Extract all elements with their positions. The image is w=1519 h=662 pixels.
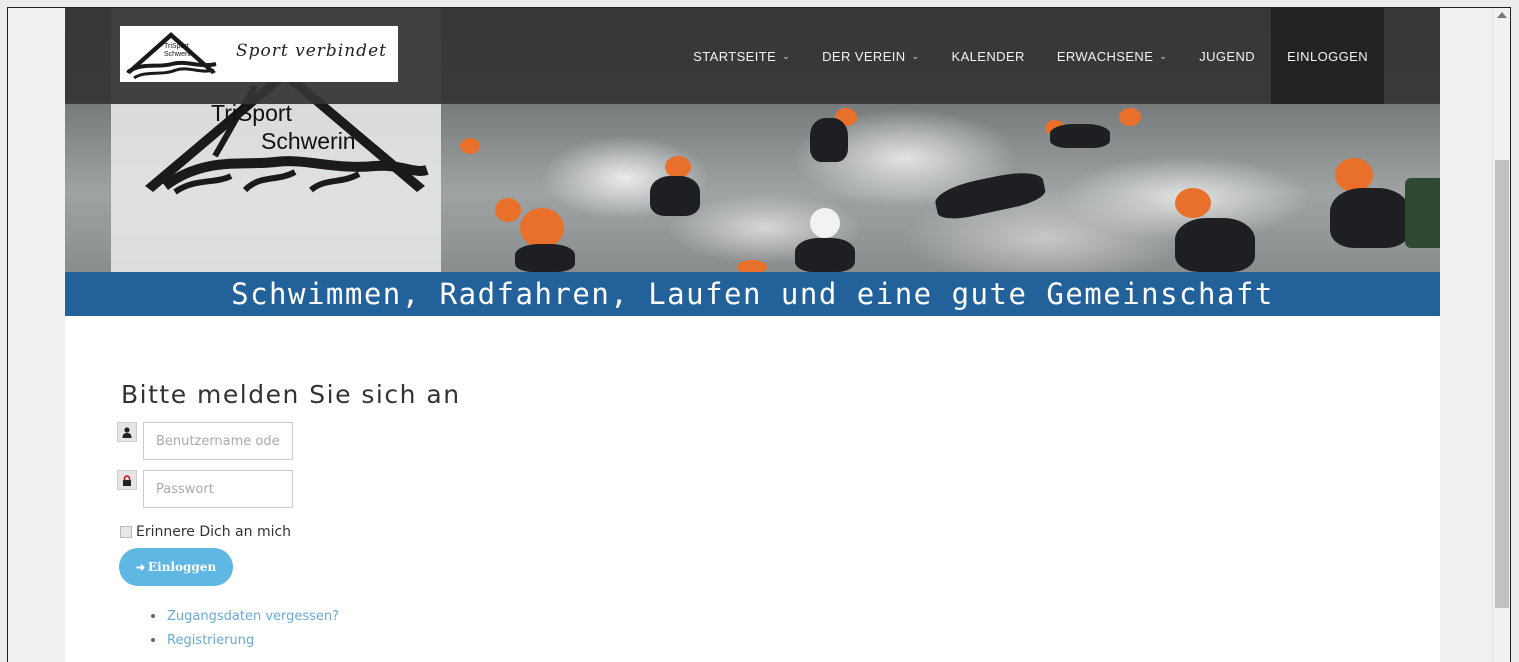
navbar: TriSport Schwerin Sport verbindet STARTS… [65,8,1440,104]
swimmer [810,208,840,238]
swimmer [515,244,575,272]
main-nav: STARTSEITE ⌄ DER VEREIN ⌄ KALENDER ERWAC… [677,8,1440,104]
password-row [117,470,293,508]
swimmer [520,208,564,248]
nav-label: JUGEND [1199,48,1256,64]
swimmer [810,118,848,162]
brand-logo[interactable]: TriSport Schwerin Sport verbindet [120,26,398,82]
nav-einloggen[interactable]: EINLOGGEN [1271,8,1384,104]
nav-startseite[interactable]: STARTSEITE ⌄ [677,8,806,104]
register-link[interactable]: Registrierung [167,633,254,648]
nav-jugend[interactable]: JUGEND [1183,8,1271,104]
swimmer [932,166,1048,224]
banner-text: Schwimmen, Radfahren, Laufen und eine gu… [231,277,1274,311]
brand-slogan: Sport verbindet [236,41,387,61]
swimmer [495,198,521,222]
swimmer [1175,188,1211,218]
club-logo-small: TriSport Schwerin [126,32,217,80]
remember-label: Erinnere Dich an mich [136,524,292,540]
list-item: Registrierung [151,628,339,652]
swimmer [460,138,480,154]
swimmer [737,260,767,272]
nav-label: KALENDER [951,48,1025,64]
nav-label: DER VEREIN [822,48,906,64]
forgot-credentials-link[interactable]: Zugangsdaten vergessen? [167,609,339,624]
slogan-banner: Schwimmen, Radfahren, Laufen und eine gu… [65,272,1440,316]
remember-checkbox[interactable] [120,526,132,538]
nav-label: STARTSEITE [693,48,777,64]
chevron-down-icon: ⌄ [1159,50,1168,61]
swimmer [1330,188,1410,248]
bullet [151,614,155,618]
username-input[interactable] [143,422,293,460]
svg-text:TriSport: TriSport [164,43,189,50]
lock-icon [117,470,137,490]
swimmer [1050,124,1110,148]
bullet [151,638,155,642]
remember-me: Erinnere Dich an mich [120,524,291,540]
sign-in-icon: ➜ [135,560,146,574]
page-container: TriSport Schwerin TriSport Schwerin Spor… [65,8,1440,662]
login-button-label: Einloggen [148,560,217,574]
logo-text-line1: TriSport [211,100,292,126]
user-icon [117,422,137,442]
browser-viewport: TriSport Schwerin TriSport Schwerin Spor… [7,7,1511,662]
buoy [1405,178,1440,248]
logo-text-line2: Schwerin [261,128,356,154]
password-input[interactable] [143,470,293,508]
scroll-up-arrow-icon[interactable] [1497,12,1507,18]
scrollbar-thumb[interactable] [1495,160,1509,608]
swimmer [795,238,855,272]
vertical-scrollbar[interactable] [1492,8,1510,662]
svg-text:Schwerin: Schwerin [164,51,193,58]
swimmer [1119,108,1141,126]
login-title: Bitte melden Sie sich an [121,380,461,409]
chevron-down-icon: ⌄ [911,50,920,61]
nav-label: ERWACHSENE [1056,48,1154,64]
username-row [117,422,293,460]
nav-der-verein[interactable]: DER VEREIN ⌄ [806,8,935,104]
login-button[interactable]: ➜ Einloggen [119,548,233,586]
swimmer [650,176,700,216]
swimmer [1335,158,1373,192]
list-item: Zugangsdaten vergessen? [151,604,339,628]
swimmer [1175,218,1255,272]
chevron-down-icon: ⌄ [782,50,791,61]
swimmer [665,156,691,178]
nav-label: EINLOGGEN [1287,48,1368,64]
login-links: Zugangsdaten vergessen? Registrierung [151,604,339,652]
nav-kalender[interactable]: KALENDER [936,8,1041,104]
nav-erwachsene[interactable]: ERWACHSENE ⌄ [1041,8,1183,104]
